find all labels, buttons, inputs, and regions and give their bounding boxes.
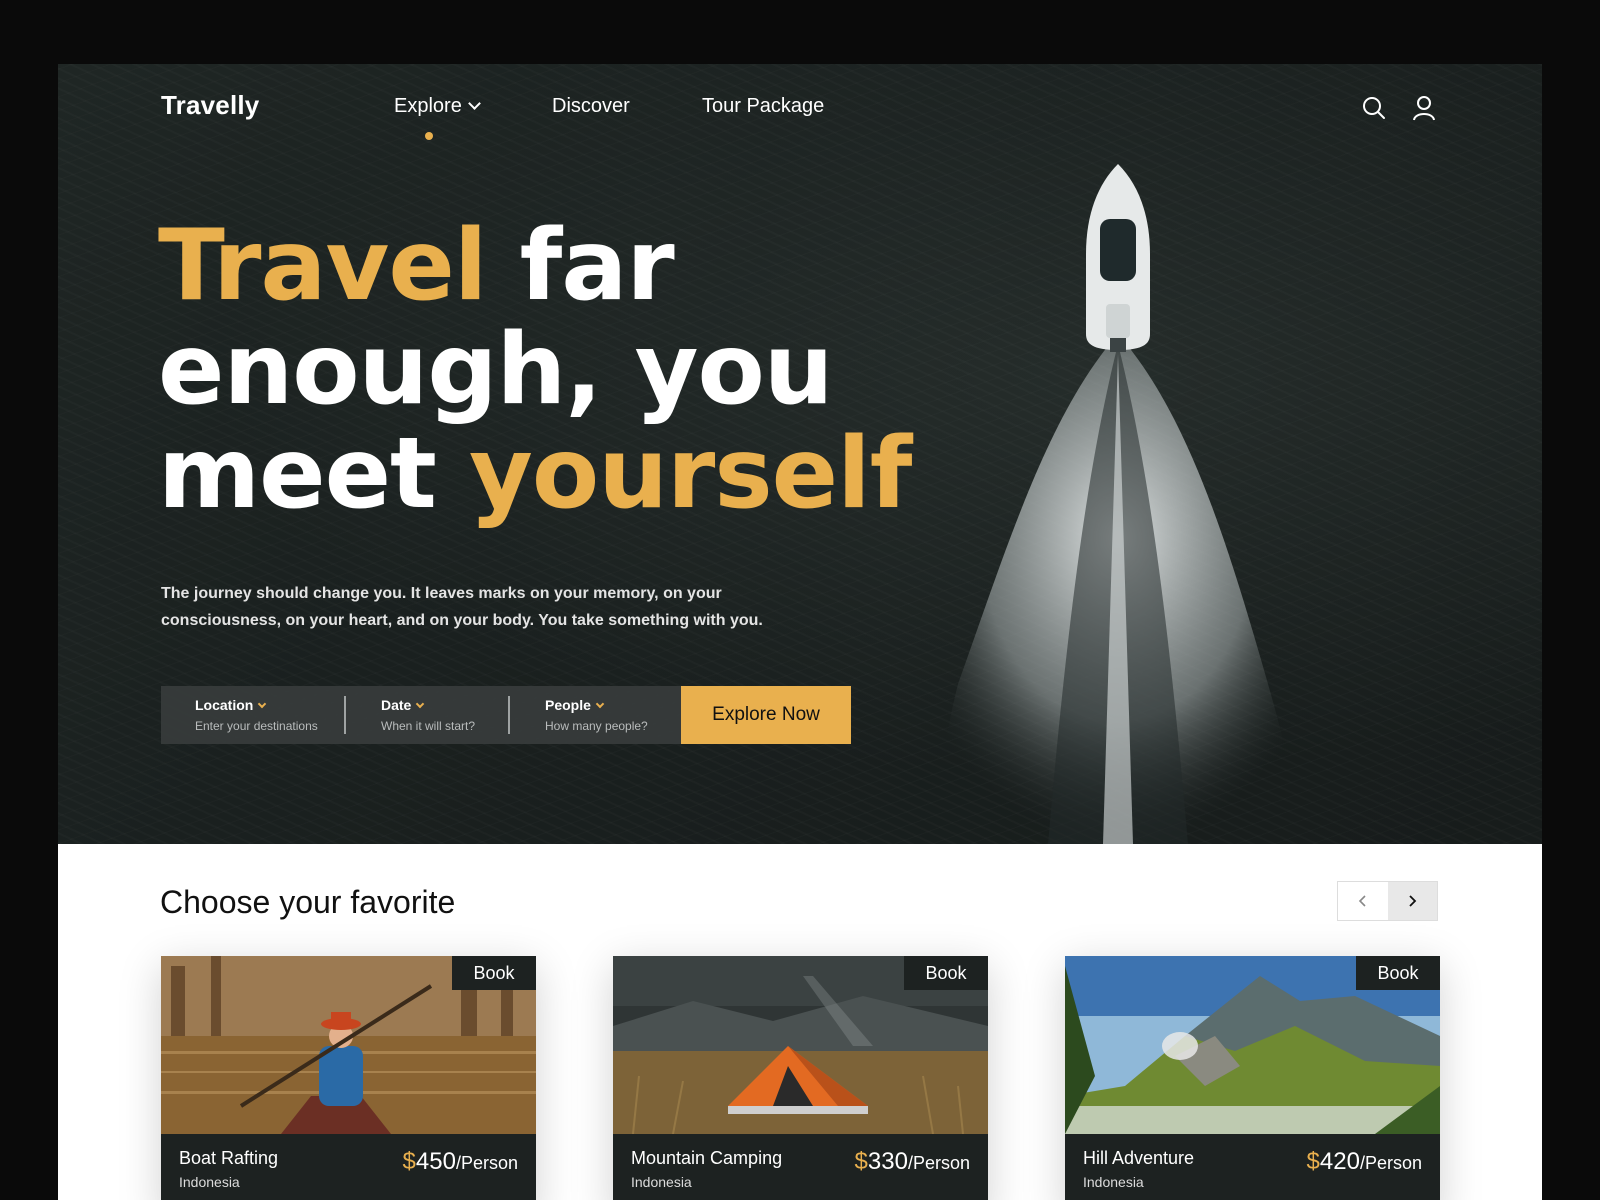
next-arrow-button[interactable] — [1387, 882, 1437, 920]
card-price: $420/Person — [1307, 1148, 1422, 1176]
nav-tour-package[interactable]: Tour Package — [702, 95, 824, 118]
headline-word-far: far — [486, 209, 675, 323]
chevron-left-icon — [1358, 895, 1366, 907]
date-field[interactable]: Date When it will start? — [381, 686, 521, 744]
people-hint: How many people? — [545, 719, 648, 733]
active-nav-indicator — [425, 132, 433, 140]
price-currency: $ — [402, 1148, 416, 1175]
divider — [344, 696, 346, 734]
boat-wake-image — [928, 164, 1308, 844]
price-unit: /Person — [1359, 1153, 1422, 1173]
price-currency: $ — [854, 1148, 868, 1175]
card-location: Indonesia — [1083, 1174, 1144, 1190]
page-frame: Travelly Explore Discover Tour Package T… — [58, 64, 1542, 1200]
price-unit: /Person — [907, 1153, 970, 1173]
people-label: People — [545, 697, 591, 713]
location-hint: Enter your destinations — [195, 719, 318, 733]
price-amount: 420 — [1319, 1148, 1360, 1175]
logo[interactable]: Travelly — [161, 90, 259, 121]
price-currency: $ — [1306, 1148, 1320, 1175]
card-title: Mountain Camping — [631, 1148, 783, 1168]
section-title: Choose your favorite — [160, 884, 456, 920]
price-unit: /Person — [455, 1153, 518, 1173]
hero-headline: Travel far enough, you meet yourself — [158, 214, 912, 526]
search-bar: Location Enter your destinations Date Wh… — [161, 686, 681, 744]
chevron-right-icon — [1409, 895, 1417, 907]
price-amount: 450 — [415, 1148, 456, 1175]
top-nav: Travelly Explore Discover Tour Package — [58, 64, 1542, 154]
chevron-down-icon — [416, 699, 425, 709]
card-boat-rafting[interactable]: Book Boat Rafting Indonesia $450/Person — [161, 956, 536, 1200]
card-price: $450/Person — [403, 1148, 518, 1176]
headline-word-meet: meet — [158, 417, 470, 531]
book-button[interactable]: Book — [452, 956, 536, 990]
chevron-down-icon — [467, 97, 481, 110]
chevron-down-icon — [595, 699, 605, 709]
explore-now-button[interactable]: Explore Now — [681, 686, 851, 744]
card-info: Boat Rafting Indonesia $450/Person — [161, 1134, 536, 1200]
price-amount: 330 — [867, 1148, 908, 1175]
location-field[interactable]: Location Enter your destinations — [195, 686, 345, 744]
date-label: Date — [381, 697, 412, 713]
chevron-down-icon — [258, 699, 267, 709]
nav-explore[interactable]: Explore — [394, 95, 481, 118]
user-icon[interactable] — [1410, 94, 1438, 122]
book-button[interactable]: Book — [1356, 956, 1440, 990]
card-mountain-camping[interactable]: Book Mountain Camping Indonesia $330/Per… — [613, 956, 988, 1200]
card-info: Hill Adventure Indonesia $420/Person — [1065, 1134, 1440, 1200]
headline-word-yourself: yourself — [469, 417, 912, 531]
nav-discover[interactable]: Discover — [552, 95, 630, 118]
divider — [508, 696, 510, 734]
search-icon[interactable] — [1360, 94, 1388, 122]
card-title: Boat Rafting — [179, 1148, 279, 1168]
book-button[interactable]: Book — [904, 956, 988, 990]
headline-word-travel: Travel — [158, 209, 487, 323]
card-info: Mountain Camping Indonesia $330/Person — [613, 1134, 988, 1200]
date-hint: When it will start? — [381, 719, 476, 733]
card-hill-adventure[interactable]: Book Hill Adventure Indonesia $420/Perso… — [1065, 956, 1440, 1200]
nav-explore-label: Explore — [394, 95, 462, 117]
headline-line2: enough, you — [158, 313, 834, 427]
prev-arrow-button[interactable] — [1338, 882, 1388, 920]
people-field[interactable]: People How many people? — [545, 686, 681, 744]
card-title: Hill Adventure — [1083, 1148, 1195, 1168]
carousel-controls — [1337, 881, 1438, 921]
hero-section: Travelly Explore Discover Tour Package T… — [58, 64, 1542, 844]
card-location: Indonesia — [179, 1174, 240, 1190]
card-location: Indonesia — [631, 1174, 692, 1190]
card-price: $330/Person — [855, 1148, 970, 1176]
location-label: Location — [195, 697, 254, 713]
hero-subtext: The journey should change you. It leaves… — [161, 585, 763, 629]
